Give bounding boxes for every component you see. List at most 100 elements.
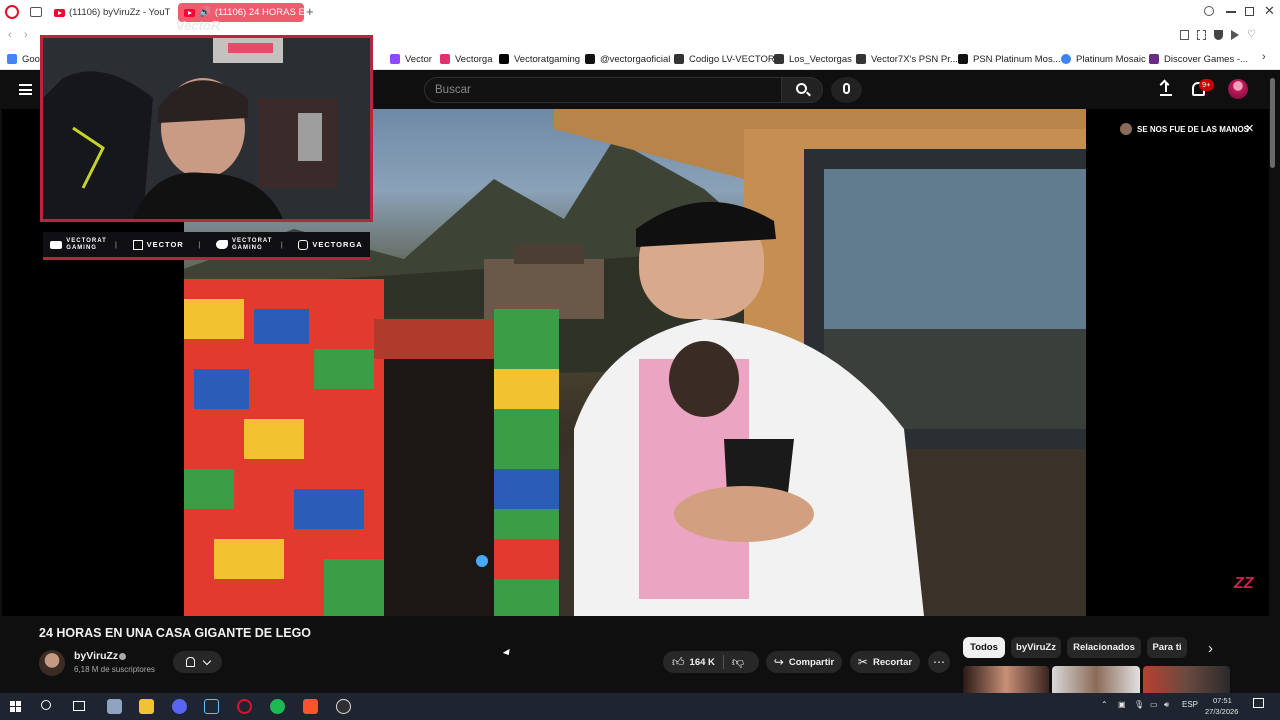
channel-name[interactable]: byViruZz (74, 650, 118, 662)
share-arrow-icon: ↪ (773, 655, 784, 669)
search-input[interactable]: Buscar (424, 77, 782, 103)
bookmark-item[interactable]: @vectorgaoficial (585, 52, 670, 66)
brave-icon[interactable] (303, 699, 318, 714)
more-actions-button[interactable]: ⋯ (928, 651, 950, 673)
platinum-icon (1061, 54, 1071, 64)
endscreen-item[interactable]: SE NOS FUE DE LAS MANOS (1120, 123, 1249, 135)
overlay-social-bar: VECTORAT GAMING | VECTOR | VECTORAT GAMI… (43, 232, 370, 260)
chip-related[interactable]: Relacionados (1067, 637, 1141, 658)
menu-icon[interactable] (19, 84, 32, 95)
scissors-icon: ✂ (857, 655, 868, 669)
bookmark-icon (856, 54, 866, 64)
webcam-feed (43, 38, 370, 219)
notifications-icon[interactable] (1253, 698, 1264, 708)
bookmark-item[interactable]: Los_Vectorgas (774, 52, 852, 66)
back-arrow-icon[interactable]: ‹ (8, 29, 12, 41)
shield-icon[interactable] (1214, 30, 1223, 40)
language-indicator[interactable]: ESP (1182, 700, 1198, 709)
windows-start-icon[interactable] (10, 701, 21, 712)
opera-gx-icon[interactable] (237, 699, 252, 714)
dislike-button[interactable]: 👎︎ (732, 655, 744, 670)
tab-search-icon[interactable] (30, 7, 42, 17)
steam-icon[interactable] (204, 699, 219, 714)
chip-todos[interactable]: Todos (963, 637, 1005, 658)
separator: | (114, 240, 118, 249)
network-icon[interactable]: ▭ (1150, 700, 1158, 709)
discord-icon[interactable] (172, 699, 187, 714)
like-button[interactable]: 👍︎ 164 K (663, 655, 715, 670)
recommended-thumbnail[interactable] (1052, 666, 1140, 693)
verified-icon (119, 653, 126, 660)
avatar[interactable] (1228, 79, 1248, 99)
search-button[interactable] (781, 77, 823, 103)
clock-time[interactable]: 07:51 (1213, 696, 1232, 705)
bookmark-item[interactable]: Vectorga (440, 52, 493, 66)
tab-youtube-channel[interactable]: (11106) byViruZz - YouTube (48, 3, 170, 22)
twitter-icon (216, 240, 229, 249)
obs-icon[interactable] (336, 699, 351, 714)
like-dislike-group: 👍︎ 164 K 👎︎ (663, 651, 759, 673)
extensions-icons[interactable]: ♡ (1180, 30, 1260, 41)
youtube-icon (54, 8, 65, 17)
tab-label: (11106) byViruZz - YouTube (69, 7, 170, 18)
minimize-button[interactable] (1226, 11, 1236, 13)
subscriber-count: 6,18 M de suscriptores (74, 665, 155, 674)
task-view-icon[interactable] (73, 701, 85, 711)
microphone-icon[interactable]: 🎙︎ (1134, 700, 1144, 709)
webcam-overlay (40, 35, 373, 222)
overlay-logo: VectoR (176, 18, 221, 33)
games-icon (1149, 54, 1159, 64)
spotify-icon[interactable] (270, 699, 285, 714)
separator: | (280, 240, 284, 249)
file-manager-icon[interactable] (107, 699, 122, 714)
play-icon[interactable] (1231, 30, 1239, 40)
maximize-button[interactable] (1245, 7, 1254, 16)
clip-button[interactable]: ✂ Recortar (850, 651, 920, 673)
channel-avatar[interactable] (39, 650, 65, 676)
close-button[interactable]: ✕ (1264, 3, 1275, 19)
chip-for-you[interactable]: Para ti (1147, 637, 1187, 658)
x-icon (499, 54, 509, 64)
folder-icon[interactable] (139, 699, 154, 714)
pin-icon[interactable] (1180, 30, 1189, 40)
chevron-right-icon[interactable]: › (1208, 640, 1213, 657)
psn-icon (958, 54, 968, 64)
volume-icon[interactable]: 🔊︎ (1164, 700, 1169, 710)
snapshot-icon[interactable] (1197, 30, 1206, 40)
upload-icon[interactable] (1159, 79, 1172, 96)
clock-date[interactable]: 27/3/2026 (1205, 707, 1238, 716)
bookmark-item[interactable]: Codigo LV-VECTOR (674, 52, 775, 66)
heart-icon[interactable]: ♡ (1247, 30, 1256, 41)
bookmark-item[interactable]: Platinum Mosaic (1061, 52, 1146, 66)
bookmark-item[interactable]: PSN Platinum Mos... (958, 52, 1061, 66)
subscription-bell-button[interactable] (173, 651, 222, 673)
overlay-social-twitter: VECTORAT GAMING (216, 238, 271, 252)
video-title: 24 HORAS EN UNA CASA GIGANTE DE LEGO (39, 626, 312, 640)
tray-icon[interactable]: ▣ (1118, 700, 1126, 709)
recommended-thumbnail[interactable] (963, 666, 1049, 693)
forward-arrow-icon[interactable]: › (24, 29, 28, 41)
bookmark-item[interactable]: Vectoratgaming (499, 52, 580, 66)
bell-icon (185, 657, 195, 667)
chevron-up-icon[interactable]: ⌃ (1101, 700, 1108, 709)
opera-logo-icon[interactable] (5, 5, 19, 19)
bookmark-item[interactable]: Vector (390, 52, 432, 66)
page-scrollbar[interactable] (1270, 78, 1275, 168)
share-button[interactable]: ↪ Compartir (766, 651, 842, 673)
twitch-icon (132, 239, 143, 250)
bookmark-item[interactable]: Discover Games -... (1149, 52, 1248, 66)
mouse-cursor-icon (502, 648, 513, 658)
voice-search-button[interactable] (831, 77, 862, 103)
new-tab-button[interactable]: + (306, 4, 314, 19)
chip-channel[interactable]: byViruZz (1011, 637, 1061, 658)
chevron-right-icon[interactable]: › (1262, 51, 1266, 63)
search-icon[interactable] (41, 700, 51, 710)
bookmark-item[interactable]: Vector7X's PSN Pr... (856, 52, 958, 66)
recommended-thumbnail[interactable] (1143, 666, 1230, 693)
instagram-icon (440, 54, 450, 64)
channel-avatar (1120, 123, 1132, 135)
close-icon[interactable]: ✕ (1245, 122, 1254, 135)
search-tabs-icon[interactable] (1204, 6, 1214, 16)
tab-label: (11106) 24 HORAS EN (214, 7, 304, 18)
channel-watermark-icon[interactable]: ZZ (1234, 575, 1254, 593)
